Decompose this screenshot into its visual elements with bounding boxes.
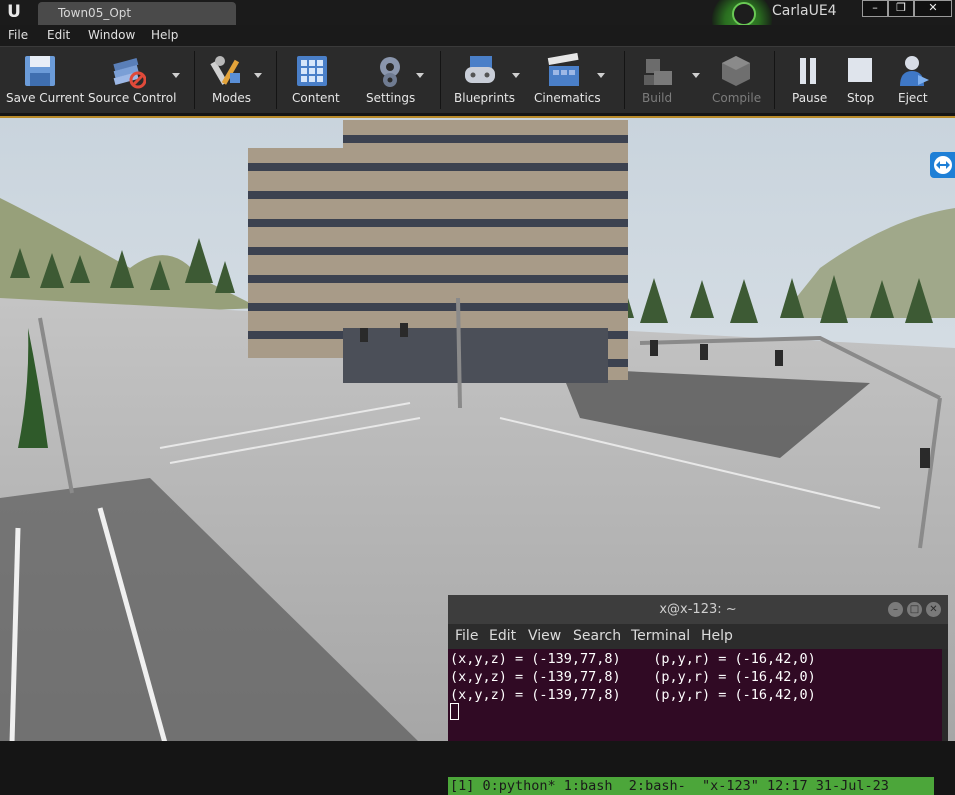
build-dropdown-icon[interactable] — [692, 73, 700, 78]
menu-bar: File Edit Window Help — [0, 25, 955, 46]
menu-help[interactable]: Help — [151, 28, 178, 42]
menu-window[interactable]: Window — [88, 28, 135, 42]
content-label: Content — [292, 91, 340, 105]
toolbar-divider — [276, 51, 277, 109]
document-tab[interactable]: Town05_Opt — [38, 2, 236, 25]
modes-label: Modes — [212, 91, 251, 105]
blueprints-dropdown-icon[interactable] — [512, 73, 520, 78]
terminal-menu-search[interactable]: Search — [573, 628, 621, 644]
eject-person-icon — [900, 56, 929, 86]
terminal-minimize-icon[interactable]: – — [888, 602, 903, 617]
stop-button[interactable]: Stop — [838, 47, 882, 113]
terminal-output[interactable]: (x,y,z) = (-139,77,8) (p,y,r) = (-16,42,… — [448, 649, 942, 795]
clapperboard-icon — [547, 53, 579, 86]
cinematics-label: Cinematics — [534, 91, 601, 105]
document-tab-label: Town05_Opt — [58, 6, 132, 20]
terminal-menu-edit[interactable]: Edit — [489, 628, 516, 644]
terminal-menu-bar: File Edit View Search Terminal Help — [448, 624, 948, 649]
floppy-disk-icon — [25, 56, 55, 86]
source-control-icon — [113, 58, 146, 89]
compile-cube-icon — [722, 56, 750, 86]
toolbar-divider — [624, 51, 625, 109]
modes-tools-icon — [210, 56, 240, 85]
pause-label: Pause — [792, 91, 828, 105]
toolbar-divider — [774, 51, 775, 109]
terminal-title: x@x-123: ~ — [659, 602, 737, 617]
build-button[interactable]: Build — [630, 47, 706, 113]
stop-icon — [848, 58, 872, 82]
unreal-logo-icon[interactable]: U — [4, 2, 24, 22]
compile-label: Compile — [712, 91, 762, 105]
terminal-maximize-icon[interactable]: □ — [907, 602, 922, 617]
cinematics-dropdown-icon[interactable] — [597, 73, 605, 78]
menu-edit[interactable]: Edit — [47, 28, 70, 42]
terminal-scrollbar[interactable] — [942, 649, 948, 741]
restore-icon[interactable]: ❐ — [888, 0, 914, 17]
close-icon[interactable]: ✕ — [914, 0, 952, 17]
compile-button[interactable]: Compile — [710, 47, 766, 113]
blueprints-icon — [465, 56, 495, 83]
project-badge[interactable]: CarlaUE4 — [712, 0, 856, 50]
project-icon — [732, 2, 756, 26]
tmux-status-bar: [1] 0:python* 1:bash 2:bash- "x-123" 12:… — [448, 777, 934, 795]
terminal-menu-terminal[interactable]: Terminal — [631, 628, 690, 644]
minimize-icon[interactable]: – — [862, 0, 888, 17]
settings-gear-icon — [380, 57, 400, 87]
settings-dropdown-icon[interactable] — [416, 73, 424, 78]
modes-dropdown-icon[interactable] — [254, 73, 262, 78]
title-bar: U Town05_Opt CarlaUE4 – ❐ ✕ — [0, 0, 955, 50]
modes-button[interactable]: Modes — [198, 47, 268, 113]
terminal-cursor — [450, 703, 459, 720]
blueprints-label: Blueprints — [454, 91, 516, 105]
pause-icon — [800, 58, 816, 84]
eject-button[interactable]: Eject — [890, 47, 940, 113]
settings-button[interactable]: Settings — [360, 47, 432, 113]
terminal-line: (x,y,z) = (-139,77,8) (p,y,r) = (-16,42,… — [450, 687, 816, 703]
save-current-button[interactable]: Save Current — [0, 47, 84, 113]
cinematics-button[interactable]: Cinematics — [532, 47, 616, 113]
stop-label: Stop — [847, 91, 875, 105]
toolbar-divider — [194, 51, 195, 109]
build-blocks-icon — [644, 59, 672, 85]
teamviewer-side-tab[interactable] — [930, 152, 955, 178]
teamviewer-icon — [934, 156, 952, 174]
terminal-window[interactable]: x@x-123: ~ – □ ✕ File Edit View Search T… — [448, 595, 948, 795]
terminal-line: (x,y,z) = (-139,77,8) (p,y,r) = (-16,42,… — [450, 669, 816, 685]
project-name: CarlaUE4 — [772, 3, 837, 19]
menu-file[interactable]: File — [8, 28, 28, 42]
pause-button[interactable]: Pause — [784, 47, 834, 113]
eject-label: Eject — [898, 91, 928, 105]
terminal-close-icon[interactable]: ✕ — [926, 602, 941, 617]
source-control-label: Source Control — [88, 91, 177, 105]
toolbar: Save Current Source Control Modes Conten… — [0, 46, 955, 113]
save-current-label: Save Current — [6, 91, 85, 105]
content-button[interactable]: Content — [284, 47, 348, 113]
terminal-menu-view[interactable]: View — [528, 628, 561, 644]
content-browser-icon — [297, 56, 327, 86]
terminal-title-bar[interactable]: x@x-123: ~ – □ ✕ — [448, 595, 948, 624]
terminal-menu-help[interactable]: Help — [701, 628, 733, 644]
build-label: Build — [642, 91, 673, 105]
source-control-dropdown-icon[interactable] — [172, 73, 180, 78]
terminal-line: (x,y,z) = (-139,77,8) (p,y,r) = (-16,42,… — [450, 651, 816, 667]
settings-label: Settings — [366, 91, 416, 105]
terminal-menu-file[interactable]: File — [455, 628, 478, 644]
toolbar-divider — [440, 51, 441, 109]
source-control-button[interactable]: Source Control — [84, 47, 184, 113]
blueprints-button[interactable]: Blueprints — [450, 47, 530, 113]
